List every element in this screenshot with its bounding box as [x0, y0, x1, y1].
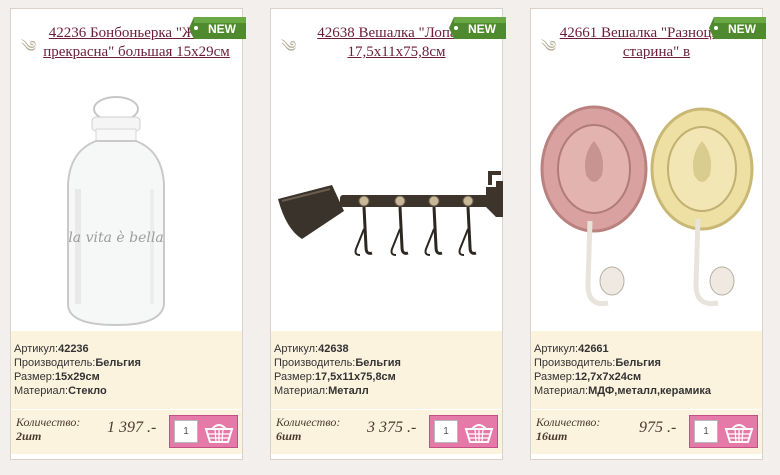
material-label: Материал:	[274, 385, 329, 397]
quantity-label: Количество:	[276, 415, 341, 429]
swirl-ornament-icon: ༄	[541, 37, 557, 56]
price: 3 375 .-	[367, 419, 417, 436]
new-badge-icon: NEW	[709, 17, 766, 39]
quantity-label: Количество:	[536, 415, 601, 429]
basket-icon[interactable]	[463, 420, 495, 444]
new-badge-icon: NEW	[449, 17, 506, 39]
material-label: Материал:	[14, 385, 69, 397]
product-info: Артикул:42661 Производитель:Бельгия Разм…	[531, 331, 762, 409]
add-to-cart-box: 1	[689, 415, 758, 448]
card-header: ༄ 42638 Вешалка "Лопата" 17,5х11х75,8см …	[271, 9, 506, 94]
product-card: ༄ 42236 Бонбоньерка "Жизнь прекрасна" бо…	[10, 8, 246, 460]
maker-label: Производитель:	[534, 357, 616, 369]
article-value: 42236	[58, 343, 89, 355]
price: 1 397 .-	[107, 419, 157, 436]
maker-value: Бельгия	[615, 357, 661, 369]
svg-text:NEW: NEW	[468, 22, 497, 36]
quantity-value: 16шт	[536, 429, 568, 443]
cart-quantity-input[interactable]: 1	[434, 420, 458, 443]
cart-quantity-input[interactable]: 1	[694, 420, 718, 443]
buy-panel: Количество: 2шт 1 397 .- 1	[11, 409, 242, 454]
maker-label: Производитель:	[14, 357, 96, 369]
article-value: 42638	[318, 343, 349, 355]
svg-text:NEW: NEW	[208, 22, 237, 36]
product-image[interactable]: la vita è bella	[12, 89, 243, 329]
svg-text:la vita è bella: la vita è bella	[68, 230, 163, 246]
add-to-cart-box: 1	[429, 415, 498, 448]
buy-panel: Количество: 16шт 975 .- 1	[531, 409, 762, 454]
article-label: Артикул:	[14, 343, 59, 355]
quantity-label: Количество:	[16, 415, 81, 429]
article-label: Артикул:	[274, 343, 319, 355]
card-header: ༄ 42661 Вешалка "Разноцветная старина" в…	[531, 9, 766, 94]
maker-label: Производитель:	[274, 357, 356, 369]
size-value: 12,7х7х24см	[574, 371, 642, 383]
add-to-cart-box: 1	[169, 415, 238, 448]
material-value: Стекло	[68, 385, 107, 397]
quantity-value: 6шт	[276, 429, 302, 443]
quantity-value: 2шт	[16, 429, 42, 443]
product-card: ༄ 42638 Вешалка "Лопата" 17,5х11х75,8см …	[270, 8, 506, 460]
product-card: ༄ 42661 Вешалка "Разноцветная старина" в…	[530, 8, 766, 460]
maker-value: Бельгия	[355, 357, 401, 369]
swirl-ornament-icon: ༄	[21, 37, 37, 56]
size-label: Размер:	[534, 371, 575, 383]
product-info: Артикул:42638 Производитель:Бельгия Разм…	[271, 331, 502, 409]
product-image[interactable]	[532, 89, 763, 329]
material-value: МДФ,металл,керамика	[588, 385, 711, 397]
size-value: 17,5х11х75,8см	[314, 371, 396, 383]
material-value: Металл	[328, 385, 369, 397]
material-label: Материал:	[534, 385, 589, 397]
size-label: Размер:	[274, 371, 315, 383]
new-badge-icon: NEW	[189, 17, 246, 39]
card-header: ༄ 42236 Бонбоньерка "Жизнь прекрасна" бо…	[11, 9, 246, 94]
buy-panel: Количество: 6шт 3 375 .- 1	[271, 409, 502, 454]
article-value: 42661	[578, 343, 609, 355]
maker-value: Бельгия	[95, 357, 141, 369]
basket-icon[interactable]	[203, 420, 235, 444]
product-info: Артикул:42236 Производитель:Бельгия Разм…	[11, 331, 242, 409]
basket-icon[interactable]	[723, 420, 755, 444]
article-label: Артикул:	[534, 343, 579, 355]
size-value: 15х29см	[54, 371, 100, 383]
swirl-ornament-icon: ༄	[281, 37, 297, 56]
svg-text:NEW: NEW	[728, 22, 757, 36]
size-label: Размер:	[14, 371, 55, 383]
cart-quantity-input[interactable]: 1	[174, 420, 198, 443]
product-image[interactable]	[272, 89, 503, 329]
price: 975 .-	[639, 419, 677, 436]
